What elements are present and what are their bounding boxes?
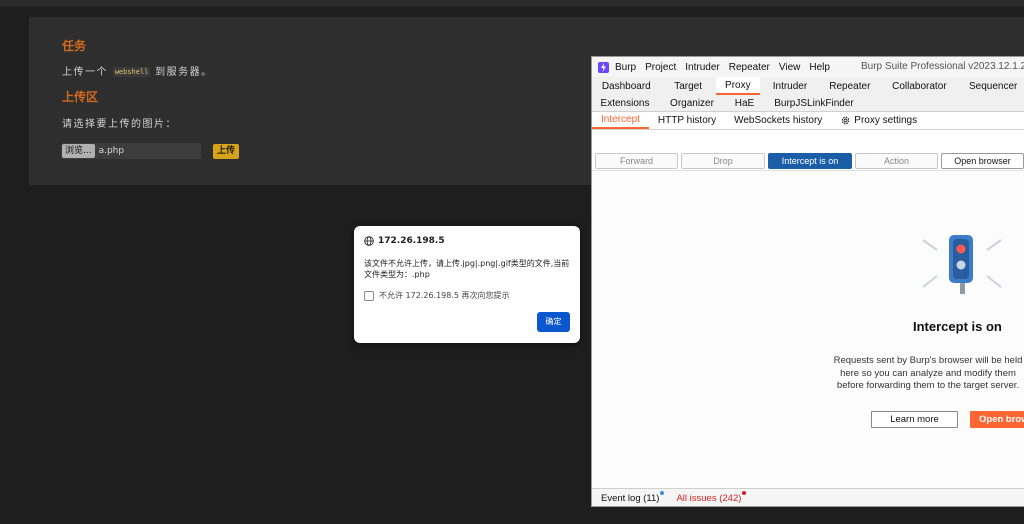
event-log-dot — [660, 491, 665, 495]
all-issues-label: All issues (242) — [676, 493, 742, 504]
browser-top-strip — [0, 0, 1024, 7]
tab-intruder[interactable]: Intruder — [760, 77, 820, 95]
action-button[interactable]: Action — [855, 153, 938, 169]
burp-window-title: Burp Suite Professional v2023.12.1.2 — [861, 61, 1024, 72]
learn-more-button[interactable]: Learn more — [871, 411, 958, 428]
suppress-label: 不允许 172.26.198.5 再次向您提示 — [379, 291, 510, 300]
browse-button[interactable]: 浏览... — [62, 144, 95, 158]
forward-button[interactable]: Forward — [595, 153, 678, 169]
subtab-intercept[interactable]: Intercept — [592, 112, 649, 129]
upload-heading: 上传区 — [62, 90, 99, 104]
selected-file-name: a.php — [98, 146, 125, 156]
task-text-after: 到服务器。 — [155, 67, 213, 78]
menu-repeater[interactable]: Repeater — [729, 62, 770, 73]
task-description: 上传一个 webshell 到服务器。 — [62, 63, 213, 78]
subtab-websockets-history[interactable]: WebSockets history — [725, 112, 831, 129]
dialog-message: 该文件不允许上传，请上传.jpg|.png|.gif类型的文件,当前文件类型为：… — [364, 259, 570, 279]
suppress-prompts-option[interactable]: 不允许 172.26.198.5 再次向您提示 — [364, 290, 510, 301]
tab-proxy[interactable]: Proxy — [715, 77, 761, 95]
menu-intruder[interactable]: Intruder — [685, 62, 719, 73]
task-heading: 任务 — [62, 39, 87, 53]
ok-button[interactable]: 确定 — [537, 312, 570, 332]
intercept-status-title: Intercept is on — [913, 319, 1002, 334]
subtab-proxy-settings[interactable]: Proxy settings — [831, 112, 926, 129]
main-tabs-row1: Dashboard Target Proxy Intruder Repeater… — [592, 77, 1024, 95]
tab-repeater[interactable]: Repeater — [820, 77, 880, 95]
tab-sequencer[interactable]: Sequencer — [959, 77, 1024, 95]
task-text-before: 上传一个 — [62, 67, 108, 78]
menu-project[interactable]: Project — [645, 62, 676, 73]
burp-menubar: Burp Project Intruder Repeater View Help… — [592, 57, 1024, 77]
tab-target[interactable]: Target — [661, 77, 716, 95]
main-tabs-row2: Extensions Organizer HaE BurpJSLinkFinde… — [592, 95, 1024, 112]
tab-extensions[interactable]: Extensions — [592, 95, 658, 111]
file-input[interactable]: 浏览... a.php — [61, 143, 201, 159]
upload-button[interactable]: 上传 — [213, 144, 240, 159]
tab-hae[interactable]: HaE — [726, 95, 763, 111]
menu-view[interactable]: View — [779, 62, 801, 73]
alert-dialog: 172.26.198.5 该文件不允许上传，请上传.jpg|.png|.gif类… — [354, 226, 580, 343]
tab-organizer[interactable]: Organizer — [658, 95, 726, 111]
intercept-description: Requests sent by Burp's browser will be … — [833, 355, 1023, 391]
event-log-link[interactable]: Event log (11) — [601, 491, 665, 504]
open-browser-toolbar-button[interactable]: Open browser — [941, 153, 1024, 169]
tab-collaborator[interactable]: Collaborator — [880, 77, 959, 95]
gear-icon — [841, 116, 850, 125]
all-issues-link[interactable]: All issues (242) — [676, 491, 747, 504]
menu-help[interactable]: Help — [809, 62, 830, 73]
dialog-host: 172.26.198.5 — [378, 236, 445, 246]
dialog-header: 172.26.198.5 — [364, 236, 445, 246]
globe-icon — [364, 236, 374, 246]
intercept-toolbar: Forward Drop Intercept is on Action Open… — [592, 153, 1024, 169]
proxy-settings-label: Proxy settings — [854, 115, 918, 126]
traffic-light-icon — [922, 235, 1002, 294]
intercept-toggle-button[interactable]: Intercept is on — [768, 153, 852, 169]
event-log-label: Event log (11) — [601, 493, 660, 504]
open-browser-button[interactable]: Open browser — [970, 411, 1024, 428]
burp-logo-icon — [598, 61, 609, 73]
tab-burpjslinkfinder[interactable]: BurpJSLinkFinder — [763, 95, 865, 111]
suppress-checkbox[interactable] — [364, 290, 374, 301]
all-issues-dot — [742, 491, 747, 495]
drop-button[interactable]: Drop — [681, 153, 765, 169]
webshell-code: webshell — [112, 67, 151, 77]
subtab-http-history[interactable]: HTTP history — [649, 112, 725, 129]
menu-burp[interactable]: Burp — [615, 62, 636, 73]
burp-window: Burp Project Intruder Repeater View Help… — [591, 56, 1024, 507]
burp-statusbar: Event log (11) All issues (242) — [592, 488, 1024, 506]
upload-prompt: 请选择要上传的图片： — [62, 119, 177, 130]
tab-dashboard[interactable]: Dashboard — [592, 77, 661, 95]
proxy-subtabs: Intercept HTTP history WebSockets histor… — [592, 112, 1024, 130]
